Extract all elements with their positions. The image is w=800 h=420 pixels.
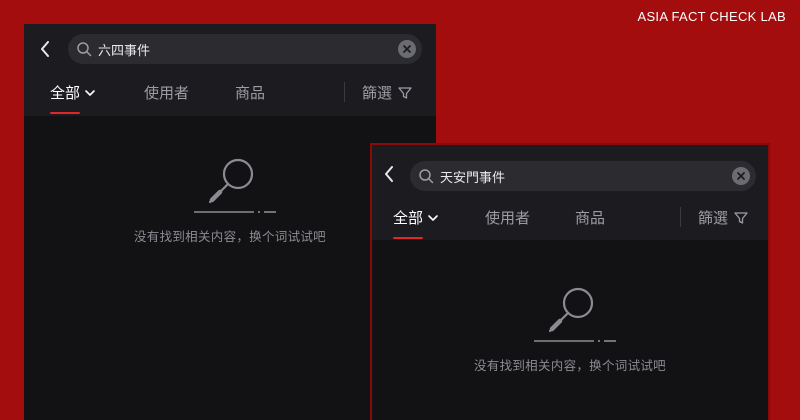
filter-button[interactable]: 篩選 <box>698 207 748 228</box>
tab-products-label: 商品 <box>575 209 606 227</box>
chevron-down-icon <box>85 89 95 96</box>
empty-state: 没有找到相关内容，换个词试试吧 <box>372 283 768 374</box>
divider <box>344 82 345 102</box>
magnifier-empty-icon <box>534 287 616 342</box>
tab-users[interactable]: 使用者 <box>485 207 530 228</box>
back-arrow-icon[interactable] <box>378 163 400 185</box>
search-input[interactable]: 天安門事件 <box>410 161 756 191</box>
search-query[interactable]: 六四事件 <box>98 40 398 59</box>
tab-users[interactable]: 使用者 <box>144 82 189 103</box>
tab-all-label: 全部 <box>50 84 81 102</box>
filter-icon <box>734 211 748 224</box>
tab-all[interactable]: 全部 <box>50 82 96 103</box>
active-tab-indicator <box>393 237 423 239</box>
brand-label: ASIA FACT CHECK LAB <box>637 9 786 24</box>
tab-all-label: 全部 <box>393 209 424 227</box>
filter-label: 篩選 <box>362 84 393 102</box>
tab-products[interactable]: 商品 <box>575 207 605 228</box>
active-tab-indicator <box>50 112 80 114</box>
search-input[interactable]: 六四事件 <box>68 34 422 64</box>
filter-icon <box>398 86 412 99</box>
search-query[interactable]: 天安門事件 <box>440 167 732 186</box>
back-arrow-icon[interactable] <box>34 38 56 60</box>
tab-all[interactable]: 全部 <box>393 207 439 228</box>
tab-products[interactable]: 商品 <box>235 82 265 103</box>
empty-message: 没有找到相关内容，换个词试试吧 <box>473 358 666 373</box>
tab-users-label: 使用者 <box>485 209 531 227</box>
clear-icon[interactable] <box>398 40 416 58</box>
chevron-down-icon <box>428 214 438 221</box>
header: 六四事件 全部 使用者 商品 篩選 <box>24 24 436 116</box>
search-icon <box>419 169 434 184</box>
filter-label: 篩選 <box>698 209 729 227</box>
magnifier-empty-icon <box>194 158 276 213</box>
search-screen-2: 天安門事件 全部 使用者 商品 篩選 没有找到相关内容，换个词试试吧 <box>370 143 770 420</box>
tab-products-label: 商品 <box>235 84 266 102</box>
clear-icon[interactable] <box>732 167 750 185</box>
divider <box>680 207 681 227</box>
search-icon <box>77 42 92 57</box>
filter-button[interactable]: 篩選 <box>362 82 412 103</box>
tab-users-label: 使用者 <box>144 84 190 102</box>
tab-bar: 全部 使用者 商品 篩選 <box>372 199 768 239</box>
tab-bar: 全部 使用者 商品 篩選 <box>24 74 436 114</box>
empty-message: 没有找到相关内容，换个词试试吧 <box>133 229 326 244</box>
header: 天安門事件 全部 使用者 商品 篩選 <box>372 145 768 240</box>
